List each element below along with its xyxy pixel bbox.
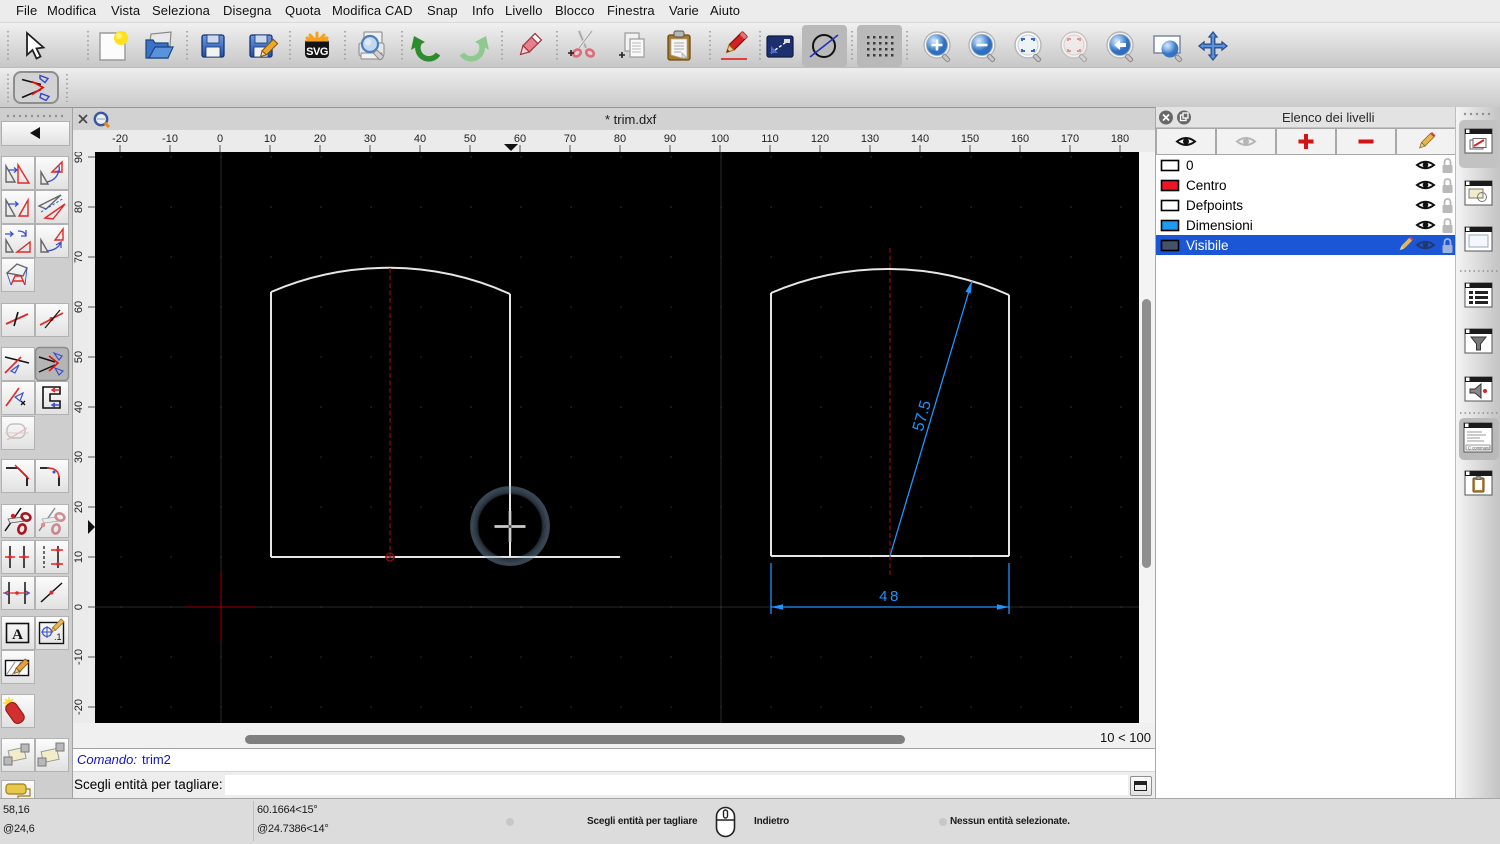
- svg-text:70: 70: [564, 133, 576, 145]
- svg-text:140: 140: [911, 133, 929, 145]
- svg-text:160: 160: [1011, 133, 1029, 145]
- svg-text:150: 150: [961, 133, 979, 145]
- svg-text:110: 110: [761, 133, 779, 145]
- svg-text:Dimensioni: Dimensioni: [1186, 218, 1253, 233]
- svg-text:170: 170: [1061, 133, 1079, 145]
- svg-text:20: 20: [73, 501, 85, 513]
- svg-text:-20: -20: [112, 133, 128, 145]
- svg-text:Defpoints: Defpoints: [1186, 198, 1243, 213]
- svg-text:30: 30: [73, 451, 85, 463]
- svg-text:0: 0: [1186, 158, 1194, 173]
- svg-text:30: 30: [364, 133, 376, 145]
- svg-text:70: 70: [73, 251, 85, 263]
- svg-text:48: 48: [879, 588, 901, 605]
- svg-text:40: 40: [414, 133, 426, 145]
- svg-text:SVG: SVG: [306, 46, 328, 58]
- svg-text:20: 20: [314, 133, 326, 145]
- svg-text:0: 0: [73, 604, 85, 610]
- svg-text:C command: C command: [1468, 445, 1491, 450]
- svg-text:90: 90: [664, 133, 676, 145]
- svg-text:A: A: [12, 627, 23, 643]
- svg-text:60: 60: [514, 133, 526, 145]
- svg-text:40: 40: [73, 401, 85, 413]
- svg-text:180: 180: [1111, 133, 1129, 145]
- svg-text:50: 50: [464, 133, 476, 145]
- svg-text:50: 50: [73, 351, 85, 363]
- svg-text:120: 120: [811, 133, 829, 145]
- svg-text:90: 90: [73, 152, 85, 163]
- svg-text:-20: -20: [73, 699, 85, 715]
- svg-text:.1: .1: [54, 632, 62, 642]
- svg-text:100: 100: [711, 133, 729, 145]
- svg-text:10: 10: [73, 551, 85, 563]
- svg-text:130: 130: [861, 133, 879, 145]
- svg-text:0: 0: [217, 133, 223, 145]
- svg-text:Centro: Centro: [1186, 178, 1227, 193]
- svg-text:60: 60: [73, 301, 85, 313]
- svg-text:-10: -10: [162, 133, 178, 145]
- svg-text:Visibile: Visibile: [1186, 238, 1229, 253]
- svg-text:-10: -10: [73, 649, 85, 665]
- svg-text:80: 80: [73, 201, 85, 213]
- svg-text:10: 10: [264, 133, 276, 145]
- svg-text:80: 80: [614, 133, 626, 145]
